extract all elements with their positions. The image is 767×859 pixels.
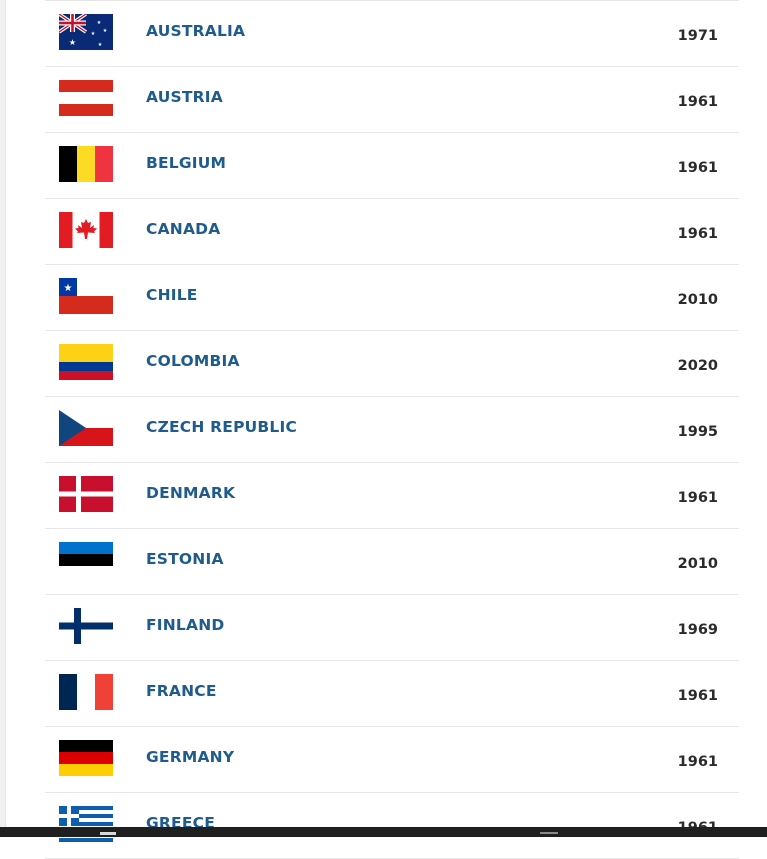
country-link[interactable]: BELGIUM: [146, 154, 226, 172]
year-value: 1971: [677, 28, 718, 44]
year-value: 2010: [677, 292, 718, 308]
country-link[interactable]: AUSTRALIA: [146, 22, 245, 40]
country-link[interactable]: FINLAND: [146, 616, 224, 634]
year-value: 1961: [677, 490, 718, 506]
svg-text:★: ★: [98, 42, 103, 48]
country-list: ★ ★ ★ ★ ★ AUSTRALIA 1971 AUSTRIA 1961 BE…: [45, 0, 739, 859]
colombia-flag-icon: [59, 344, 113, 380]
list-item: COLOMBIA 2020: [45, 331, 739, 397]
taskbar-icon: [540, 832, 558, 834]
country-link[interactable]: CANADA: [146, 220, 220, 238]
list-item: GREECE 1961: [45, 793, 739, 859]
country-link[interactable]: AUSTRIA: [146, 88, 223, 106]
list-item: FRANCE 1961: [45, 661, 739, 727]
country-link[interactable]: FRANCE: [146, 682, 217, 700]
country-link[interactable]: COLOMBIA: [146, 352, 240, 370]
germany-flag-icon: [59, 740, 113, 776]
list-item: BELGIUM 1961: [45, 133, 739, 199]
left-edge-bar: [0, 0, 6, 837]
belgium-flag-icon: [59, 146, 113, 182]
czech-republic-flag-icon: [59, 410, 113, 446]
year-value: 1995: [677, 424, 718, 440]
svg-text:★: ★: [103, 28, 108, 34]
list-item: CZECH REPUBLIC 1995: [45, 397, 739, 463]
australia-flag-icon: ★ ★ ★ ★ ★: [59, 14, 113, 50]
year-value: 1969: [677, 622, 718, 638]
france-flag-icon: [59, 674, 113, 710]
list-item: ESTONIA 2010: [45, 529, 739, 595]
svg-text:★: ★: [91, 31, 96, 37]
list-item: CANADA 1961: [45, 199, 739, 265]
list-item: DENMARK 1961: [45, 463, 739, 529]
svg-text:★: ★: [97, 20, 102, 26]
year-value: 1961: [677, 688, 718, 704]
austria-flag-icon: [59, 80, 113, 116]
canada-flag-icon: [59, 212, 113, 248]
year-value: 1961: [677, 226, 718, 242]
list-item: ★ ★ ★ ★ ★ AUSTRALIA 1971: [45, 1, 739, 67]
year-value: 1961: [677, 160, 718, 176]
list-item: GERMANY 1961: [45, 727, 739, 793]
denmark-flag-icon: [59, 476, 113, 512]
bottom-taskbar: [0, 827, 767, 837]
year-value: 2020: [677, 358, 718, 374]
country-link[interactable]: CHILE: [146, 286, 198, 304]
country-link[interactable]: GERMANY: [146, 748, 234, 766]
list-item: FINLAND 1969: [45, 595, 739, 661]
chile-flag-icon: ★: [59, 278, 113, 314]
year-value: 1961: [677, 94, 718, 110]
taskbar-icon: [100, 832, 116, 835]
country-link[interactable]: DENMARK: [146, 484, 235, 502]
list-item: ★ CHILE 2010: [45, 265, 739, 331]
list-item: AUSTRIA 1961: [45, 67, 739, 133]
country-link[interactable]: ESTONIA: [146, 550, 224, 568]
country-link[interactable]: CZECH REPUBLIC: [146, 418, 297, 436]
year-value: 1961: [677, 754, 718, 770]
svg-text:★: ★: [64, 283, 73, 294]
finland-flag-icon: [59, 608, 113, 644]
svg-text:★: ★: [69, 38, 76, 47]
estonia-flag-icon: [59, 542, 113, 578]
year-value: 2010: [677, 556, 718, 572]
